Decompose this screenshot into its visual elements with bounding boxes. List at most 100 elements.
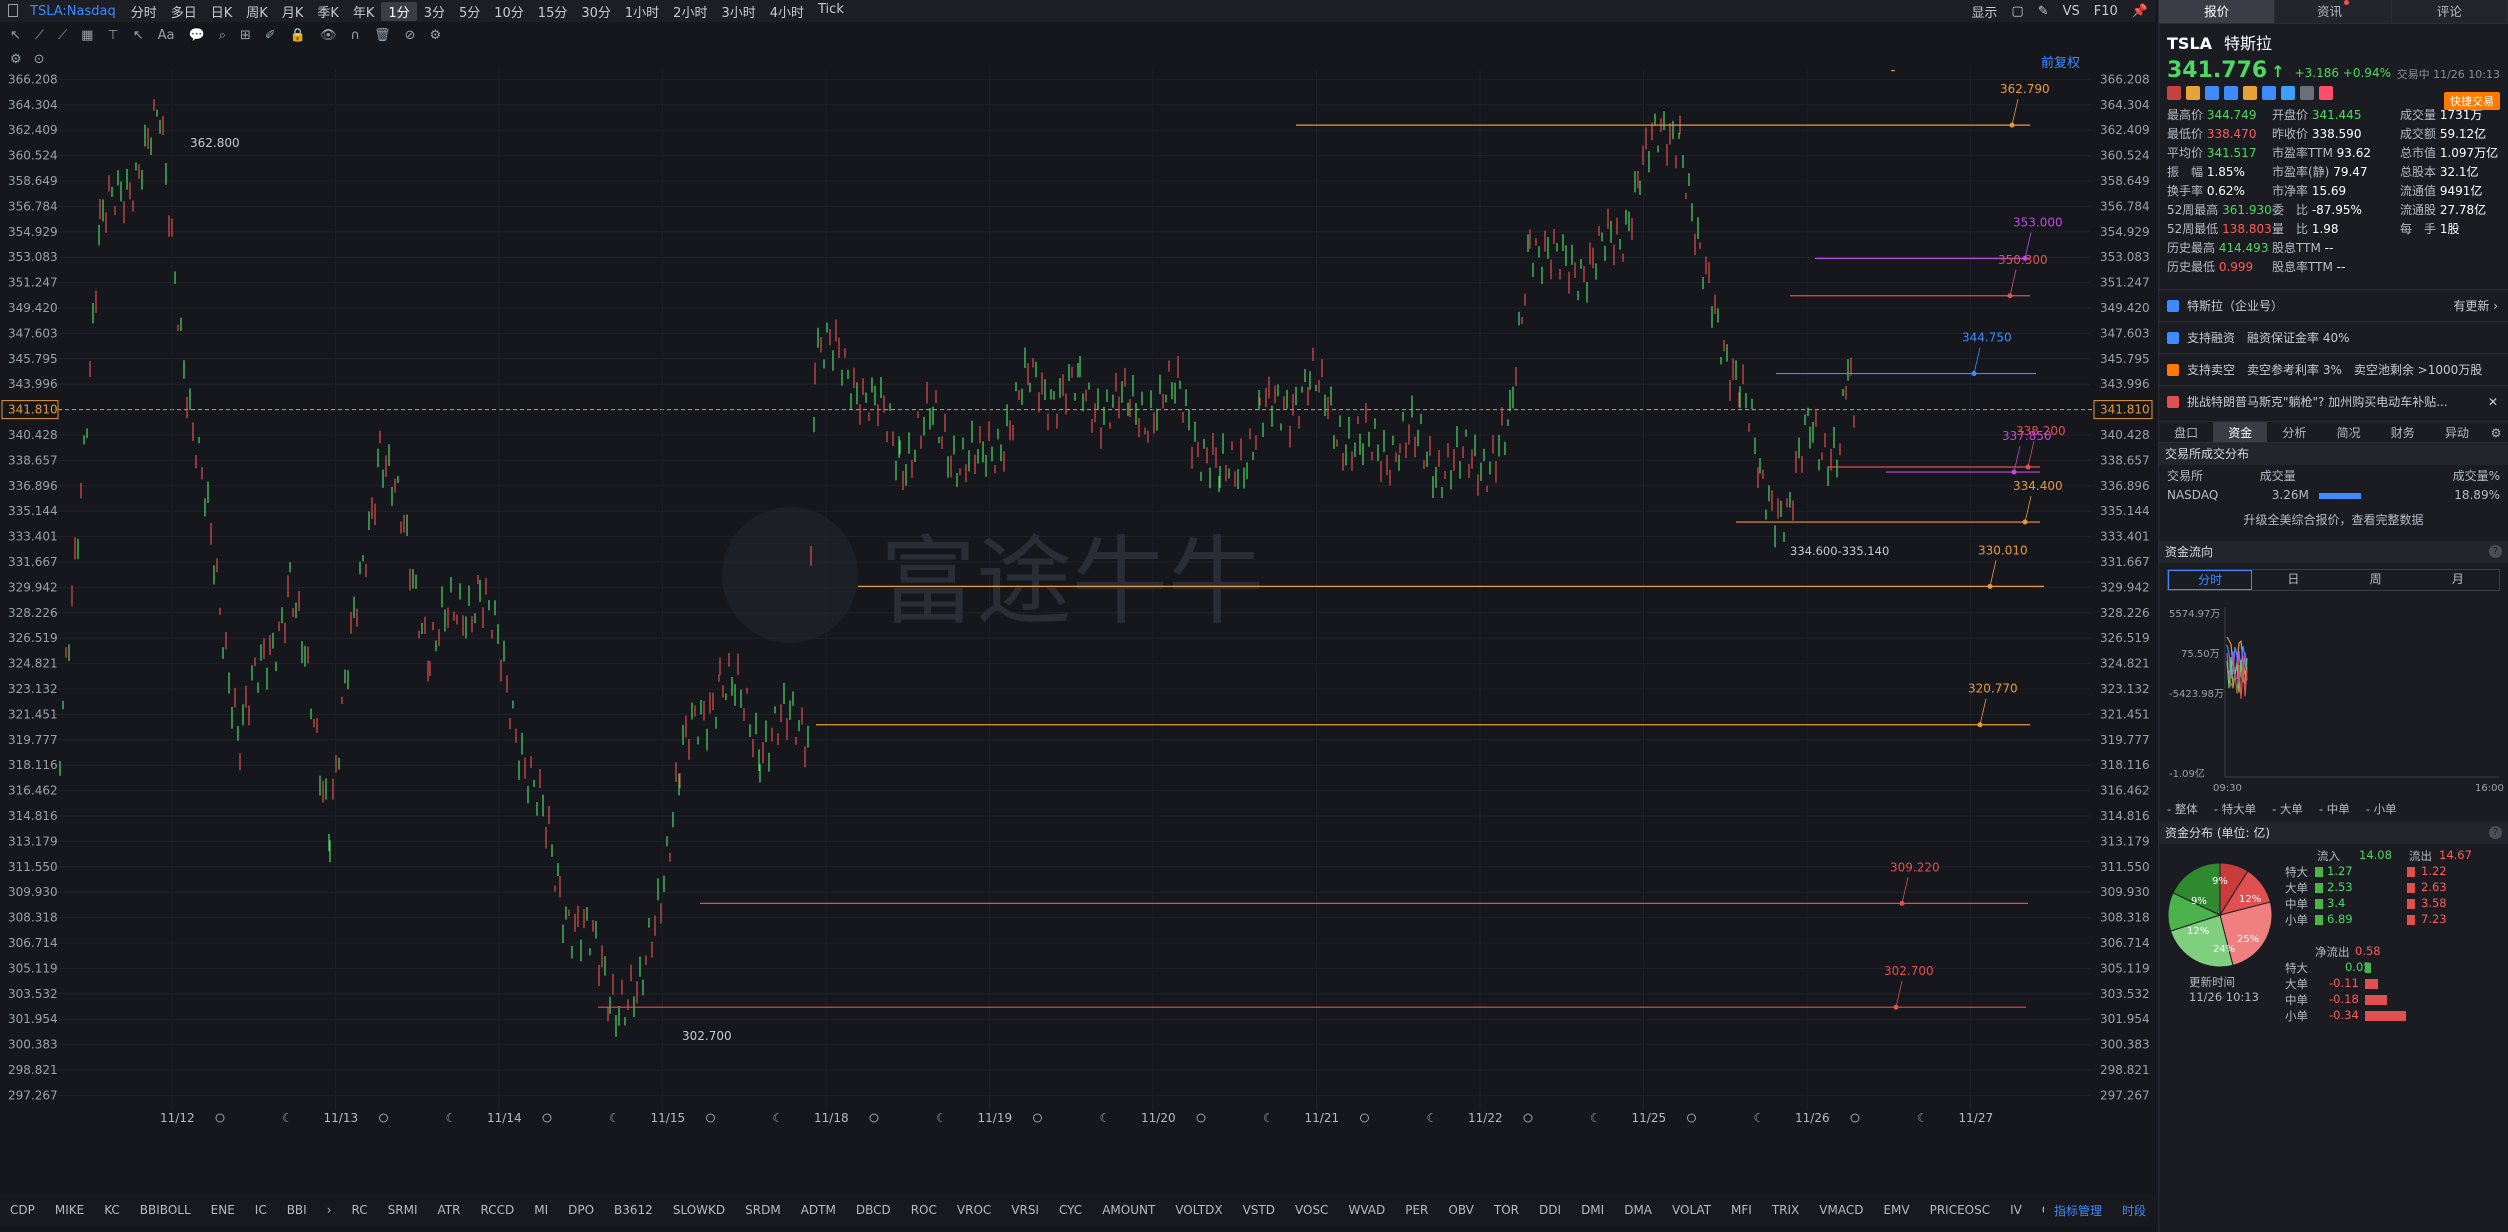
tab-comments[interactable]: 评论 bbox=[2391, 0, 2508, 23]
sidebar-toggle-icon[interactable] bbox=[8, 4, 18, 17]
chevron-right-icon[interactable]: › bbox=[317, 1203, 342, 1217]
info-action[interactable]: 有更新 › bbox=[2453, 297, 2498, 314]
timeframe-5[interactable]: 季K bbox=[310, 2, 346, 21]
flow-period[interactable]: 分时 bbox=[2168, 570, 2253, 590]
refresh-icon[interactable]: ⊙ bbox=[34, 52, 45, 67]
line-tool-icon[interactable]: ⟋ bbox=[35, 28, 44, 43]
timeframe-9[interactable]: 5分 bbox=[452, 2, 487, 21]
subtab[interactable]: 资金 bbox=[2213, 422, 2268, 442]
gear-icon[interactable]: ⚙ bbox=[10, 52, 22, 67]
timeframe-12[interactable]: 30分 bbox=[574, 2, 618, 21]
layout-icon[interactable]: ▢ bbox=[2011, 4, 2023, 19]
info-action[interactable]: ✕ bbox=[2488, 395, 2498, 409]
comment-icon[interactable]: 💬 bbox=[189, 28, 205, 43]
indicator-priceosc[interactable]: PRICEOSC bbox=[1920, 1203, 2001, 1217]
chart-icon[interactable] bbox=[2281, 86, 2295, 100]
indicator-slowkd[interactable]: SLOWKD bbox=[663, 1203, 735, 1217]
subtab[interactable]: 异动 bbox=[2430, 422, 2484, 442]
indicator-wvad[interactable]: WVAD bbox=[1338, 1203, 1395, 1217]
heart-icon[interactable] bbox=[2319, 86, 2333, 100]
timeframe-7[interactable]: 1分 bbox=[381, 1, 417, 21]
timeframe-10[interactable]: 10分 bbox=[487, 2, 531, 21]
indicator-amount[interactable]: AMOUNT bbox=[1092, 1203, 1165, 1217]
indicator-mi[interactable]: MI bbox=[524, 1203, 558, 1217]
indicator-dbcd[interactable]: DBCD bbox=[846, 1203, 901, 1217]
shield-icon[interactable] bbox=[2262, 86, 2276, 100]
indicator-manage-button[interactable]: 指标管理 bbox=[2044, 1202, 2112, 1219]
indicator-ic[interactable]: IC bbox=[245, 1203, 277, 1217]
indicator-voltdx[interactable]: VOLTDX bbox=[1165, 1203, 1232, 1217]
indicator-rccd[interactable]: RCCD bbox=[470, 1203, 524, 1217]
timeframe-3[interactable]: 周K bbox=[239, 2, 275, 21]
indicator-vrsi[interactable]: VRSI bbox=[1001, 1203, 1049, 1217]
indicator-b3612[interactable]: B3612 bbox=[604, 1203, 663, 1217]
indicator-atr[interactable]: ATR bbox=[428, 1203, 471, 1217]
fib-tool-icon[interactable]: ▦ bbox=[81, 28, 93, 43]
indicator-cdp[interactable]: CDP bbox=[0, 1203, 45, 1217]
trash-icon[interactable]: 🗑 bbox=[374, 28, 391, 43]
indicator-bbiboll[interactable]: BBIBOLL bbox=[130, 1203, 201, 1217]
arrow-tool-icon[interactable]: ↖ bbox=[133, 28, 144, 43]
indicator-emv[interactable]: EMV bbox=[1873, 1203, 1919, 1217]
subtab[interactable]: 分析 bbox=[2267, 422, 2321, 442]
brush-icon[interactable]: ✐ bbox=[265, 28, 276, 43]
indicator-trix[interactable]: TRIX bbox=[1762, 1203, 1809, 1217]
indicator-vmacd[interactable]: VMACD bbox=[1809, 1203, 1873, 1217]
indicator-time-button[interactable]: 时段 bbox=[2112, 1202, 2156, 1219]
eye-icon[interactable]: 👁 bbox=[320, 28, 337, 43]
indicator-roc[interactable]: ROC bbox=[901, 1203, 947, 1217]
indicator-mike[interactable]: MIKE bbox=[45, 1203, 94, 1217]
measure-icon[interactable]: ⊞ bbox=[240, 28, 251, 43]
settings-icon[interactable]: ⚙ bbox=[429, 28, 441, 43]
indicator-mfi[interactable]: MFI bbox=[1721, 1203, 1762, 1217]
draw-icon[interactable]: ✎ bbox=[2038, 4, 2049, 19]
indicator-srdm[interactable]: SRDM bbox=[735, 1203, 791, 1217]
subtab[interactable]: 财务 bbox=[2376, 422, 2430, 442]
info-row[interactable]: 支持卖空 卖空参考利率 3% 卖空池剩余 >1000万股 bbox=[2159, 353, 2508, 385]
indicator-bbi[interactable]: BBI bbox=[277, 1203, 317, 1217]
indicator-dmi[interactable]: DMI bbox=[1571, 1203, 1614, 1217]
timeframe-2[interactable]: 日K bbox=[204, 2, 240, 21]
option-icon[interactable] bbox=[2186, 86, 2200, 100]
indicator-ddi[interactable]: DDI bbox=[1529, 1203, 1571, 1217]
s-icon[interactable] bbox=[2224, 86, 2238, 100]
trend-tool-icon[interactable]: ⟋ bbox=[58, 28, 67, 43]
chart-svg[interactable]: 366.208 366.208 364.304 364.304 362.409 362.4… bbox=[0, 26, 2156, 1135]
timeframe-6[interactable]: 年K bbox=[346, 2, 382, 21]
magnet-icon[interactable]: ∩ bbox=[351, 28, 361, 43]
upgrade-link[interactable]: 升级全美综合报价，查看完整数据 bbox=[2243, 511, 2423, 528]
position-tool-icon[interactable]: ⊤ bbox=[107, 28, 118, 43]
indicator-kc[interactable]: KC bbox=[94, 1203, 130, 1217]
lock-icon[interactable]: 🔒 bbox=[290, 28, 306, 43]
indicator-per[interactable]: PER bbox=[1395, 1203, 1438, 1217]
timeframe-1[interactable]: 多日 bbox=[164, 2, 204, 21]
tab-quote[interactable]: 报价 bbox=[2159, 0, 2276, 23]
price-line-handle[interactable] bbox=[1890, 66, 1896, 72]
search-icon[interactable]: ⌕ bbox=[219, 28, 226, 43]
tab-news[interactable]: 资讯 bbox=[2275, 0, 2392, 23]
info-row[interactable]: 挑战特朗普马斯克"躺枪"? 加州购买电动车补贴... ✕ bbox=[2159, 385, 2508, 417]
timeframe-0[interactable]: 分时 bbox=[124, 2, 164, 21]
indicator-tor[interactable]: TOR bbox=[1484, 1203, 1529, 1217]
flow-period[interactable]: 月 bbox=[2417, 570, 2499, 590]
f10-button[interactable]: F10 bbox=[2094, 4, 2118, 19]
indicator-rc[interactable]: RC bbox=[342, 1203, 378, 1217]
fast-trade-button[interactable]: 快捷交易 bbox=[2444, 92, 2500, 110]
indicator-vroc[interactable]: VROC bbox=[947, 1203, 1001, 1217]
flow-period[interactable]: 周 bbox=[2335, 570, 2417, 590]
dollar-icon[interactable] bbox=[2243, 86, 2257, 100]
price-adjust-select[interactable]: 前复权 bbox=[2041, 52, 2080, 71]
candlestick-chart[interactable]: 366.208 366.208 364.304 364.304 362.409 362.4… bbox=[0, 26, 2156, 1135]
info-row[interactable]: 特斯拉（企业号） 有更新 › bbox=[2159, 289, 2508, 321]
indicator-vosc[interactable]: VOSC bbox=[1285, 1203, 1338, 1217]
indicator-dma[interactable]: DMA bbox=[1614, 1203, 1662, 1217]
timeframe-11[interactable]: 15分 bbox=[531, 2, 575, 21]
indicator-cci[interactable]: CCI bbox=[2032, 1203, 2044, 1217]
24h-icon[interactable] bbox=[2205, 86, 2219, 100]
timeframe-16[interactable]: 4小时 bbox=[763, 2, 811, 21]
info-row[interactable]: 支持融资 融资保证金率 40% bbox=[2159, 321, 2508, 353]
help-icon[interactable]: ? bbox=[2489, 826, 2502, 839]
indicator-adtm[interactable]: ADTM bbox=[791, 1203, 846, 1217]
indicator-dpo[interactable]: DPO bbox=[558, 1203, 604, 1217]
pin-icon[interactable]: 📌 bbox=[2132, 4, 2148, 19]
